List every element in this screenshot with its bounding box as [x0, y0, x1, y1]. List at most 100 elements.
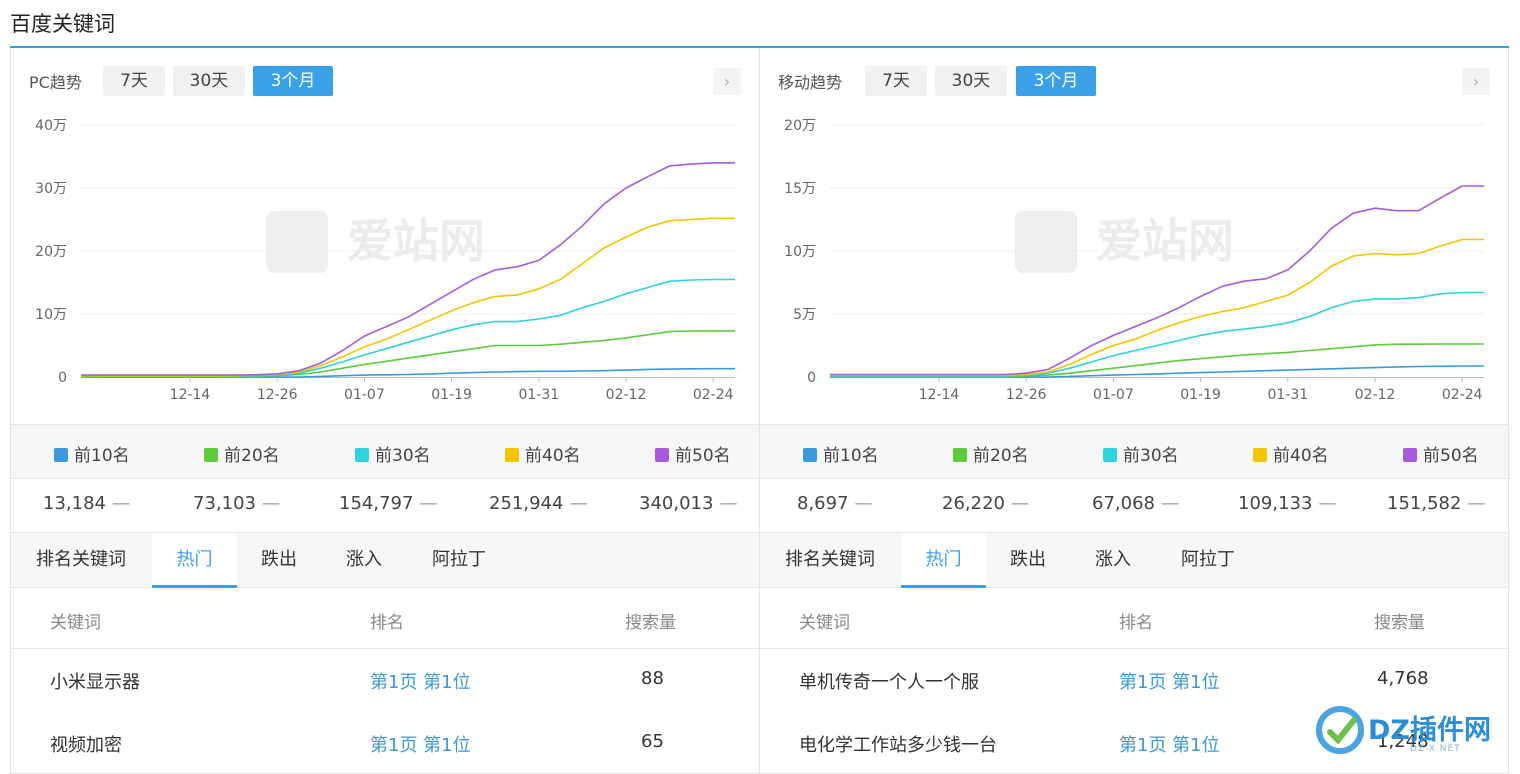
y-tick-label: 20万	[35, 244, 67, 260]
tab-aladdin[interactable]: 阿拉丁	[423, 533, 495, 588]
value-number: 151,582	[1387, 493, 1462, 514]
col-rank: 排名	[370, 613, 404, 633]
x-tick-label: 12-26	[257, 387, 298, 403]
table-row: 小米显示器 第1页 第1位 88	[11, 649, 759, 712]
value-number: 154,797	[339, 493, 414, 514]
col-rank: 排名	[1119, 613, 1153, 633]
chart-header: 移动趋势 7天 30天 3个月 ›	[760, 66, 1508, 96]
logo-text: DZ插件网	[1368, 715, 1491, 746]
series-line-top30[interactable]	[81, 278, 735, 377]
x-tick-label: 02-12	[606, 387, 647, 403]
value-number: 251,944	[489, 493, 564, 514]
rank-link[interactable]: 第1页 第1位	[370, 731, 471, 757]
value-top50: 151,582—	[1387, 493, 1485, 514]
chevron-right-icon[interactable]: ›	[713, 68, 741, 95]
table-header: 关键词 排名 搜索量	[11, 588, 759, 649]
legend-label: 前30名	[1123, 446, 1179, 466]
range-7d-button[interactable]: 7天	[103, 66, 165, 96]
pc-trend-chart: 爱站网 0 10万 20万 30万 40万 12-14 12-26 01-07 01-19 01-…	[35, 118, 735, 403]
tab-aladdin[interactable]: 阿拉丁	[1172, 533, 1244, 588]
legend-label: 前40名	[1273, 446, 1329, 466]
range-30d-button[interactable]: 30天	[173, 66, 245, 96]
chart-header: PC趋势 7天 30天 3个月 ›	[11, 66, 759, 96]
tab-risen[interactable]: 涨入	[336, 533, 392, 588]
legend-swatch	[803, 448, 817, 462]
mobile-trend-chart: 爱站网 0 5万 10万 15万 20万 12-14 12-26 01-07 01-19 01-3…	[784, 118, 1484, 403]
legend-top20[interactable]: 前20名	[204, 441, 280, 466]
range-30d-button[interactable]: 30天	[935, 66, 1007, 96]
tab-dropped[interactable]: 跌出	[251, 533, 307, 588]
legend-label: 前10名	[74, 446, 130, 466]
legend-label: 前10名	[823, 446, 879, 466]
legend-top50[interactable]: 前50名	[655, 441, 731, 466]
trend-flat-icon: —	[719, 493, 738, 514]
legend-top50[interactable]: 前50名	[1403, 441, 1479, 466]
value-top30: 154,797—	[339, 493, 437, 514]
series-line-top50[interactable]	[81, 161, 735, 376]
chart-label: 移动趋势	[778, 73, 843, 92]
tab-hot[interactable]: 热门	[901, 533, 986, 588]
y-tick-label: 10万	[35, 307, 67, 323]
col-keyword: 关键词	[799, 613, 850, 633]
x-tick-label: 12-26	[1006, 387, 1047, 403]
chevron-right-icon[interactable]: ›	[1462, 68, 1490, 95]
legend-label: 前20名	[224, 446, 280, 466]
keyword-cell[interactable]: 电化学工作站多少钱一台	[799, 731, 997, 757]
y-tick-label: 0	[807, 370, 816, 386]
keyword-tabs: 排名关键词 热门 跌出 涨入 阿拉丁	[760, 533, 1508, 588]
y-tick-label: 15万	[784, 181, 816, 197]
rank-link[interactable]: 第1页 第1位	[370, 668, 471, 694]
series-line-top20[interactable]	[830, 343, 1484, 378]
tab-risen[interactable]: 涨入	[1085, 533, 1141, 588]
y-tick-label: 40万	[35, 118, 67, 134]
table-header: 关键词 排名 搜索量	[760, 588, 1508, 649]
tab-hot[interactable]: 热门	[152, 533, 237, 588]
x-tick-label: 02-12	[1355, 387, 1396, 403]
keyword-cell[interactable]: 单机传奇一个人一个服	[799, 668, 979, 694]
tab-ranked-keywords[interactable]: 排名关键词	[29, 533, 133, 588]
range-7d-button[interactable]: 7天	[865, 66, 927, 96]
value-top10: 8,697—	[797, 493, 873, 514]
logo-subtext: DZ-X.NET	[1410, 744, 1461, 754]
legend-top30[interactable]: 前30名	[355, 441, 431, 466]
table-row: 单机传奇一个人一个服 第1页 第1位 4,768	[760, 649, 1508, 712]
range-3m-button[interactable]: 3个月	[1016, 66, 1096, 96]
legend-swatch	[1403, 448, 1417, 462]
rank-link[interactable]: 第1页 第1位	[1119, 731, 1220, 757]
chart-label: PC趋势	[29, 73, 82, 92]
legend-top30[interactable]: 前30名	[1103, 441, 1179, 466]
pc-trend-panel: PC趋势 7天 30天 3个月 › 爱站网 0 10万 20万 30万 40万 12-14…	[10, 48, 760, 774]
legend-top40[interactable]: 前40名	[1253, 441, 1329, 466]
x-tick-label: 01-07	[344, 387, 385, 403]
keyword-cell[interactable]: 视频加密	[50, 731, 122, 757]
legend-label: 前40名	[525, 446, 581, 466]
volume-cell: 65	[641, 731, 664, 752]
keyword-cell[interactable]: 小米显示器	[50, 668, 140, 694]
col-keyword: 关键词	[50, 613, 101, 633]
trend-flat-icon: —	[854, 493, 873, 514]
values-row: 8,697— 26,220— 67,068— 109,133— 151,582—	[760, 479, 1508, 533]
range-3m-button[interactable]: 3个月	[253, 66, 333, 96]
dz-logo-icon	[1316, 706, 1364, 754]
value-top10: 13,184—	[43, 493, 130, 514]
x-tick-label: 02-24	[693, 387, 734, 403]
col-volume: 搜索量	[625, 613, 676, 633]
legend-swatch	[54, 448, 68, 462]
legend-top10[interactable]: 前10名	[54, 441, 130, 466]
watermark: 爱站网	[1015, 211, 1234, 273]
trend-flat-icon: —	[1318, 493, 1337, 514]
tab-dropped[interactable]: 跌出	[1000, 533, 1056, 588]
volume-cell: 4,768	[1377, 668, 1429, 689]
dz-logo: DZ插件网 DZ-X.NET	[1316, 704, 1516, 766]
x-tick-label: 12-14	[170, 387, 211, 403]
rank-link[interactable]: 第1页 第1位	[1119, 668, 1220, 694]
values-row: 13,184— 73,103— 154,797— 251,944— 340,01…	[11, 479, 759, 533]
legend-top40[interactable]: 前40名	[505, 441, 581, 466]
y-tick-label: 20万	[784, 118, 816, 134]
trend-flat-icon: —	[1467, 493, 1486, 514]
trend-flat-icon: —	[1010, 493, 1029, 514]
legend-label: 前20名	[973, 446, 1029, 466]
legend-top20[interactable]: 前20名	[953, 441, 1029, 466]
legend-top10[interactable]: 前10名	[803, 441, 879, 466]
tab-ranked-keywords[interactable]: 排名关键词	[778, 533, 882, 588]
